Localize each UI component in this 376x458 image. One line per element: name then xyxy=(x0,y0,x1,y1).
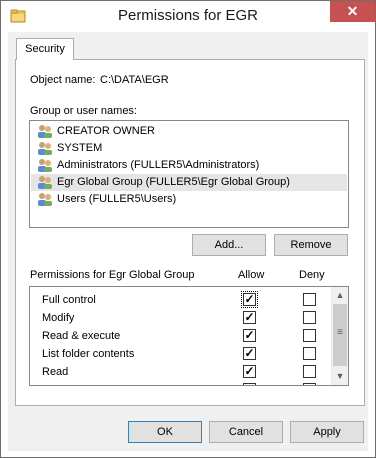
scroll-up-icon[interactable]: ▲ xyxy=(332,287,348,304)
allow-checkbox-full-control[interactable]: ✓ xyxy=(241,291,258,308)
users-icon xyxy=(38,176,52,189)
window-title: Permissions for EGR xyxy=(117,7,259,24)
users-icon xyxy=(38,193,52,206)
permission-name: List folder contents xyxy=(42,348,135,360)
deny-checkbox-read[interactable] xyxy=(303,365,316,378)
user-name: Administrators (FULLER5\Administrators) xyxy=(57,159,260,171)
allow-checkbox-read[interactable]: ✓ xyxy=(243,365,256,378)
remove-button[interactable]: Remove xyxy=(274,234,348,256)
permissions-header: Permissions for Egr Global Group xyxy=(30,269,195,281)
permission-name: Modify xyxy=(42,312,75,324)
list-item-system[interactable]: SYSTEM xyxy=(31,140,347,157)
checkmark-icon: ✓ xyxy=(244,292,255,306)
permission-row-partial xyxy=(30,381,330,385)
group-names-label: Group or user names: xyxy=(30,105,137,117)
scrollbar-thumb[interactable]: ≡ xyxy=(333,304,347,366)
add-button[interactable]: Add... xyxy=(192,234,266,256)
permission-row-read: Read ✓ xyxy=(30,363,330,381)
users-icon xyxy=(38,125,52,138)
user-name: Egr Global Group (FULLER5\Egr Global Gro… xyxy=(57,176,290,188)
permission-name: Read xyxy=(42,366,69,378)
allow-checkbox-read-execute[interactable]: ✓ xyxy=(243,329,256,342)
security-tab-panel: Object name: C:\DATA\EGR Group or user n… xyxy=(15,59,365,406)
permissions-list: Full control ✓ Modify ✓ Read & execute ✓… xyxy=(29,286,349,386)
apply-button[interactable]: Apply xyxy=(290,421,364,443)
tab-security-label: Security xyxy=(25,43,65,55)
checkmark-icon: ✓ xyxy=(244,346,255,360)
list-item-creator-owner[interactable]: CREATOR OWNER xyxy=(31,123,347,140)
users-icon xyxy=(38,142,52,155)
cancel-button[interactable]: Cancel xyxy=(209,421,283,443)
deny-checkbox-read-execute[interactable] xyxy=(303,329,316,342)
deny-checkbox-list-folder-contents[interactable] xyxy=(303,347,316,360)
checkmark-icon: ✓ xyxy=(244,364,255,378)
close-button[interactable]: ✕ xyxy=(330,1,375,22)
close-icon: ✕ xyxy=(346,3,359,19)
deny-checkbox-full-control[interactable] xyxy=(303,293,316,306)
allow-column-header: Allow xyxy=(238,269,265,281)
checkmark-icon: ✓ xyxy=(244,328,255,342)
object-name-value: C:\DATA\EGR xyxy=(100,74,169,86)
group-user-list[interactable]: CREATOR OWNER SYSTEM Administrators (FUL… xyxy=(29,120,349,228)
deny-checkbox-modify[interactable] xyxy=(303,311,316,324)
deny-checkbox-next[interactable] xyxy=(303,383,316,385)
title-bar: Permissions for EGR ✕ xyxy=(1,1,375,32)
checkmark-icon: ✓ xyxy=(244,310,255,324)
permission-row-list-folder-contents: List folder contents ✓ xyxy=(30,345,330,363)
list-item-users[interactable]: Users (FULLER5\Users) xyxy=(31,191,347,208)
permissions-dialog: Permissions for EGR ✕ Security Object na… xyxy=(0,0,376,458)
ok-button[interactable]: OK xyxy=(128,421,202,443)
permission-row-full-control: Full control ✓ xyxy=(30,291,330,309)
allow-checkbox-modify[interactable]: ✓ xyxy=(243,311,256,324)
tab-security[interactable]: Security xyxy=(16,38,74,60)
permission-name: Read & execute xyxy=(42,330,121,342)
object-name-label: Object name: xyxy=(30,74,96,86)
user-name: Users (FULLER5\Users) xyxy=(57,193,177,205)
permission-row-modify: Modify ✓ xyxy=(30,309,330,327)
allow-checkbox-next[interactable] xyxy=(243,383,256,385)
allow-checkbox-list-folder-contents[interactable]: ✓ xyxy=(243,347,256,360)
permission-row-read-execute: Read & execute ✓ xyxy=(30,327,330,345)
list-item-egr-global-group[interactable]: Egr Global Group (FULLER5\Egr Global Gro… xyxy=(31,174,347,191)
scroll-down-icon[interactable]: ▼ xyxy=(332,368,348,385)
permission-name: Full control xyxy=(42,294,96,306)
user-name: CREATOR OWNER xyxy=(57,125,155,137)
dialog-body: Security Object name: C:\DATA\EGR Group … xyxy=(8,32,368,451)
list-item-administrators[interactable]: Administrators (FULLER5\Administrators) xyxy=(31,157,347,174)
users-icon xyxy=(38,159,52,172)
permissions-scrollbar[interactable]: ▲ ≡ ▼ xyxy=(331,287,348,385)
deny-column-header: Deny xyxy=(299,269,325,281)
user-name: SYSTEM xyxy=(57,142,103,154)
